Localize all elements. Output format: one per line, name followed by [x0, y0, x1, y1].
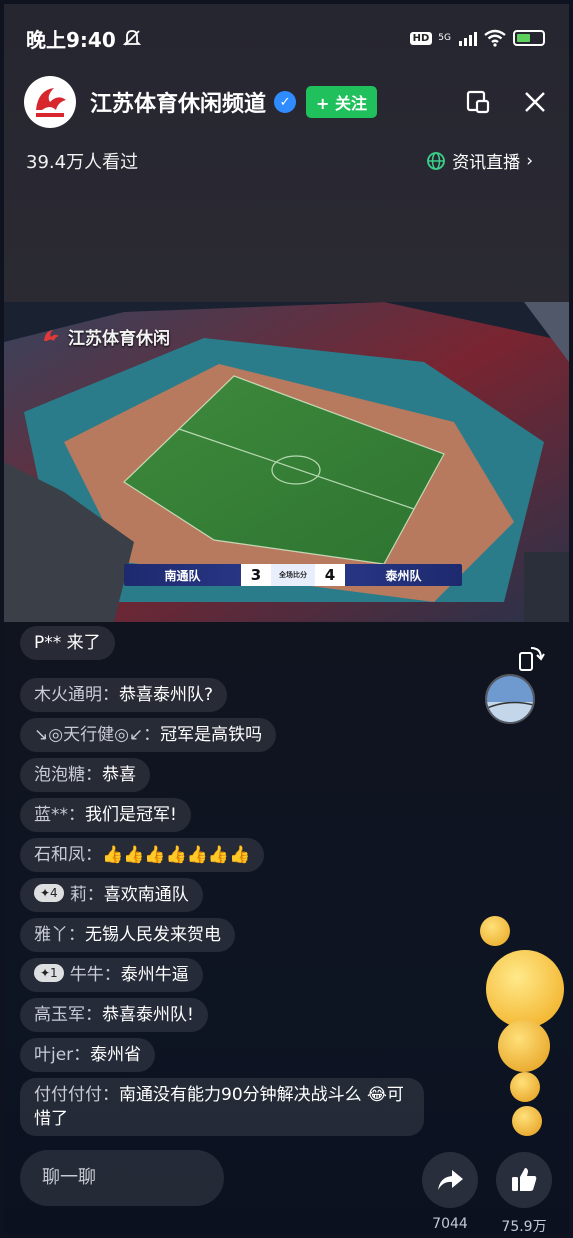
video-watermark: 江苏体育休闲	[40, 324, 170, 349]
comment-text: 泰州省	[90, 1045, 142, 1065]
share-button[interactable]	[422, 1152, 478, 1208]
home-team: 南通队	[164, 568, 201, 583]
news-live-label: 资讯直播	[452, 153, 521, 173]
comment-user: 莉：	[69, 885, 104, 905]
comment-user: 高玉军：	[34, 1005, 102, 1025]
status-bar: 晚上9:40 HD 5G	[26, 24, 545, 52]
rotate-screen-icon[interactable]	[517, 644, 545, 672]
comment-user: 付付付付：	[34, 1085, 119, 1105]
signal-icon	[459, 30, 477, 46]
live-screen: 晚上9:40 HD 5G 江苏体育休闲频道 ✓ + 关注 39.4万人看过 资讯…	[4, 4, 569, 1234]
comment-item[interactable]: 蓝**：我们是冠军!	[20, 798, 191, 832]
comment-user: 叶jer：	[34, 1045, 91, 1065]
emoji-laughing-icon	[486, 950, 564, 1028]
hd-icon: HD	[409, 31, 433, 45]
share-arrow-icon	[438, 1170, 463, 1190]
comment-item[interactable]: ↘◎天行健◎↙：冠军是高铁吗	[20, 718, 277, 752]
comment-user: ↘◎天行健◎↙：	[34, 725, 161, 745]
news-live-link[interactable]: 资讯直播 ›	[426, 148, 533, 173]
comment-item[interactable]: 石和凤：👍👍👍👍👍👍👍	[20, 838, 265, 872]
comment-text: 无锡人民发来贺电	[85, 925, 221, 945]
thumbs-up-icon	[512, 1168, 537, 1191]
comment-user: 牛牛：	[69, 965, 121, 985]
verified-icon: ✓	[274, 91, 297, 113]
scoreboard: 南通队 3 全场比分 4 泰州队	[124, 564, 462, 586]
channel-header: 江苏体育休闲频道 ✓ + 关注	[24, 76, 547, 128]
comment-text: 冠军是高铁吗	[160, 725, 263, 745]
emoji-starry-eyes-icon	[498, 1020, 550, 1072]
like-count: 75.9万	[501, 1219, 547, 1234]
live-video[interactable]: 江苏体育休闲 南通队 3 全场比分 4 泰州队	[4, 302, 569, 622]
comment-item[interactable]: 叶jer：泰州省	[20, 1038, 156, 1072]
fan-level-badge: ✦4	[34, 884, 64, 902]
fan-level-badge: ✦1	[34, 964, 64, 982]
share-count: 7044	[432, 1216, 468, 1232]
comment-item[interactable]: P** 来了	[20, 626, 115, 660]
globe-icon	[427, 151, 446, 170]
emoji-surprised-icon	[510, 1072, 540, 1102]
home-score: 3	[241, 564, 271, 586]
channel-name[interactable]: 江苏体育休闲频道	[90, 86, 266, 118]
comment-user: 木火通明：	[34, 685, 119, 705]
sky-image	[487, 676, 533, 722]
host-avatar[interactable]	[485, 674, 535, 724]
follow-button[interactable]: + 关注	[306, 86, 377, 118]
emoji-smile-icon	[512, 1106, 542, 1136]
watermark-text: 江苏体育休闲	[68, 329, 170, 349]
status-time: 晚上9:40	[26, 27, 116, 52]
comment-item[interactable]: 付付付付：南通没有能力90分钟解决战斗么 😂可惜了	[20, 1078, 424, 1136]
channel-logo-icon	[44, 329, 59, 341]
comment-item[interactable]: ✦4 莉：喜欢南通队	[20, 878, 203, 912]
comment-user: 泡泡糖：	[34, 765, 102, 785]
chat-input[interactable]: 聊一聊	[20, 1150, 224, 1206]
status-icons: HD 5G	[409, 29, 545, 47]
chevron-right-icon: ›	[526, 150, 533, 171]
comment-text: 我们是冠军!	[85, 805, 177, 825]
minimize-window-icon[interactable]	[465, 89, 491, 115]
away-team: 泰州队	[385, 568, 422, 583]
channel-logo-icon	[36, 88, 66, 117]
comment-item[interactable]: 木火通明：恭喜泰州队?	[20, 678, 228, 712]
comment-text: 恭喜泰州队?	[119, 685, 214, 705]
comment-text: 恭喜泰州队!	[102, 1005, 194, 1025]
comment-text: 👍👍👍👍👍👍👍	[102, 845, 251, 865]
network-type: 5G	[438, 32, 451, 43]
channel-avatar[interactable]	[24, 76, 76, 128]
comment-user: 石和凤：	[34, 845, 102, 865]
battery-icon	[513, 30, 545, 46]
mute-bell-icon	[122, 30, 141, 46]
wifi-icon	[484, 29, 506, 47]
comment-item[interactable]: ✦1 牛牛：泰州牛逼	[20, 958, 203, 992]
away-score: 4	[315, 564, 345, 586]
comment-item[interactable]: 雅丫：无锡人民发来贺电	[20, 918, 235, 952]
close-icon[interactable]	[523, 90, 547, 114]
comment-text: P** 来了	[34, 633, 101, 653]
comment-text: 喜欢南通队	[103, 885, 189, 905]
like-button[interactable]	[496, 1152, 552, 1208]
emoji-face-icon	[480, 916, 510, 946]
comment-item[interactable]: 高玉军：恭喜泰州队!	[20, 998, 208, 1032]
comment-item[interactable]: 泡泡糖：恭喜	[20, 758, 150, 792]
comment-text: 恭喜	[102, 765, 136, 785]
comment-user: 蓝**：	[34, 805, 85, 825]
comment-text: 泰州牛逼	[120, 965, 189, 985]
viewer-count: 39.4万人看过	[26, 152, 139, 173]
comment-user: 雅丫：	[34, 925, 85, 945]
score-middle-label: 全场比分	[271, 564, 315, 586]
